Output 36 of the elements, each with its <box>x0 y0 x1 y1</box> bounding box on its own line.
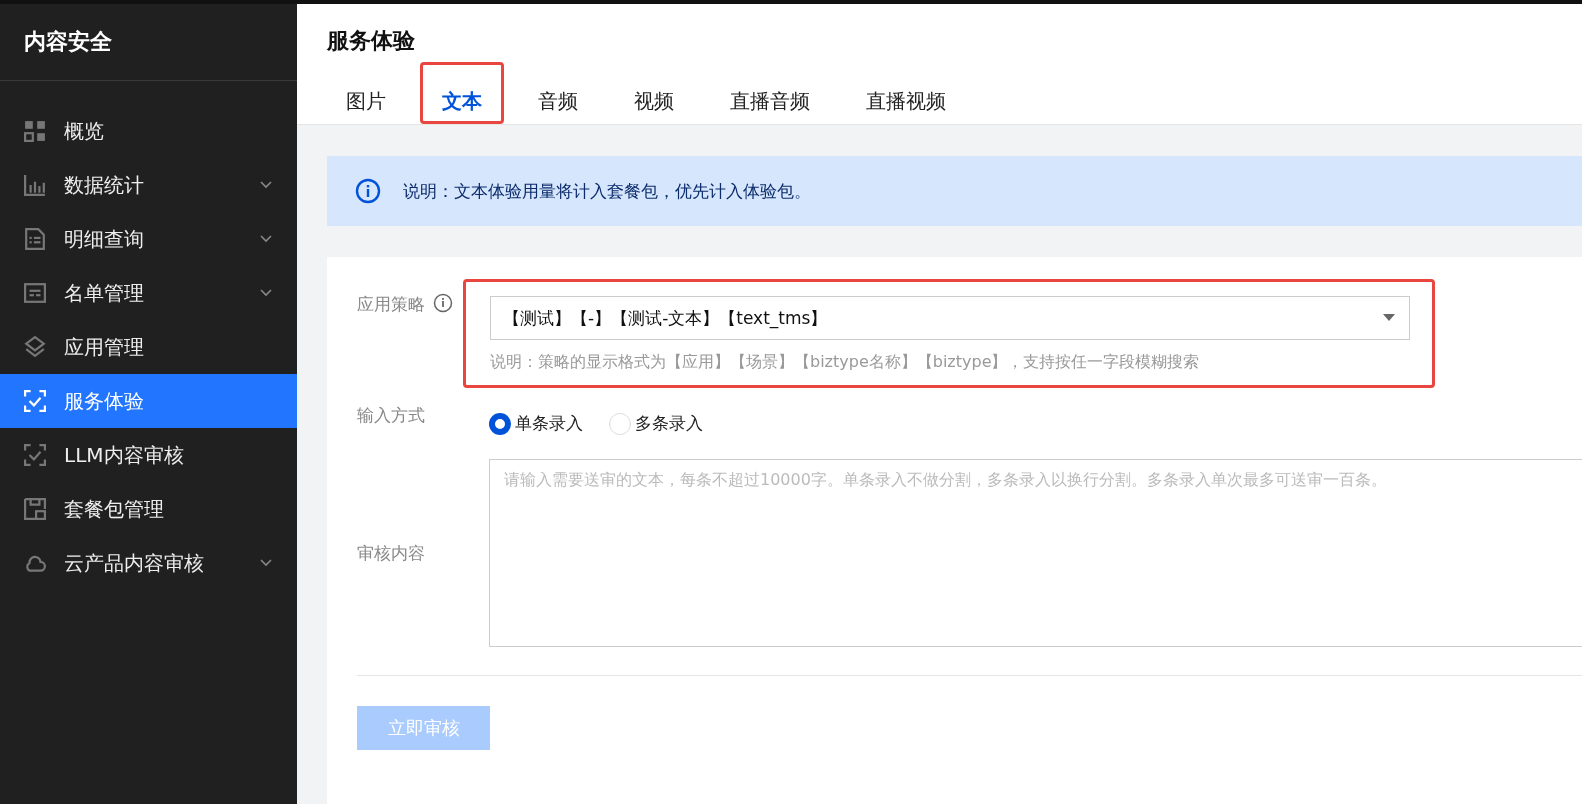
tab[interactable]: 视频 <box>620 88 688 124</box>
tab[interactable]: 直播音频 <box>716 88 824 124</box>
app-title: 内容安全 <box>24 28 112 56</box>
tab[interactable]: 图片 <box>332 88 400 124</box>
doc-icon <box>24 228 46 250</box>
sidebar-item[interactable]: 名单管理 <box>0 266 297 320</box>
field-label: 输入方式 <box>357 404 425 427</box>
hint-text: 说明：策略的显示格式为【应用】【场景】【biztype名称】【biztype】，支持按任一字段模糊搜索 <box>490 352 1201 373</box>
sidebar-item[interactable]: LLM内容审核 <box>0 428 297 482</box>
sidebar-item[interactable]: 数据统计 <box>0 158 297 212</box>
field-label: 审核内容 <box>357 541 425 565</box>
policy-select[interactable]: 【测试】【-】【测试-文本】【text_tms】 <box>490 296 1410 340</box>
sidebar-item[interactable]: 应用管理 <box>0 320 297 374</box>
radio-option[interactable]: 多条录入 <box>609 412 703 435</box>
scan-icon <box>24 444 46 466</box>
dropdown-caret-icon <box>1383 314 1395 322</box>
info-icon <box>433 293 453 313</box>
chart-icon <box>24 174 46 196</box>
info-icon <box>355 178 381 204</box>
grid-icon <box>24 120 46 142</box>
radio-option[interactable]: 单条录入 <box>489 412 583 435</box>
notice-text: 说明：文本体验用量将计入套餐包，优先计入体验包。 <box>403 179 811 203</box>
tab[interactable]: 直播视频 <box>852 88 960 124</box>
list-icon <box>24 282 46 304</box>
package-icon <box>24 498 46 520</box>
field-label: 应用策略 <box>357 293 425 316</box>
sidebar-item[interactable]: 云产品内容审核 <box>0 536 297 590</box>
tab[interactable]: 音频 <box>524 88 592 124</box>
tab[interactable]: 文本 <box>428 88 496 124</box>
sidebar-item[interactable]: 概览 <box>0 104 297 158</box>
sidebar-item[interactable]: 服务体验 <box>0 374 297 428</box>
layers-icon <box>24 336 46 358</box>
sidebar-item[interactable]: 套餐包管理 <box>0 482 297 536</box>
page-title: 服务体验 <box>327 27 415 55</box>
scan-icon <box>24 390 46 412</box>
sidebar-item[interactable]: 明细查询 <box>0 212 297 266</box>
